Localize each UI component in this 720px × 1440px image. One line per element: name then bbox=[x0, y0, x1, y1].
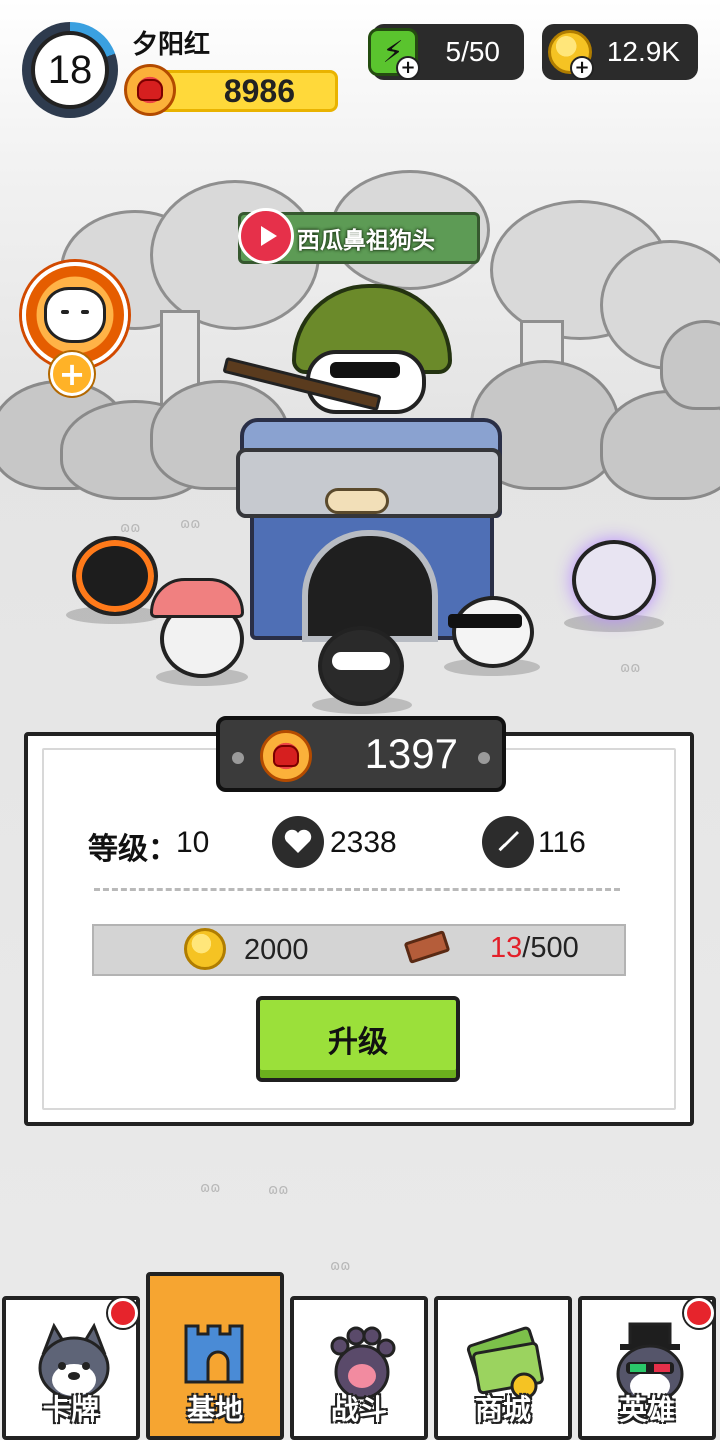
bomb-minion[interactable] bbox=[72, 536, 158, 616]
tab-battle[interactable]: 战斗 bbox=[290, 1296, 428, 1440]
castle-icon bbox=[184, 1324, 244, 1384]
grass-tuft: ɷɷ bbox=[180, 516, 201, 532]
player-name: 夕阳红 bbox=[132, 30, 211, 60]
grass-tuft: ɷɷ bbox=[620, 660, 641, 676]
plus-icon[interactable]: + bbox=[50, 352, 94, 396]
grass-tuft: ɷɷ bbox=[268, 1182, 289, 1198]
tab-base[interactable]: 基地 bbox=[146, 1272, 284, 1440]
tab-hero-badge bbox=[684, 1298, 714, 1328]
lucky-cat-icon bbox=[44, 287, 106, 343]
pixel-sunglasses bbox=[448, 614, 522, 628]
ninja-eyes bbox=[332, 652, 390, 670]
tab-cards-badge bbox=[108, 1298, 138, 1328]
base-power-value: 1397 bbox=[364, 730, 458, 777]
glove-icon bbox=[260, 730, 312, 782]
coin-plus-icon[interactable]: + bbox=[570, 56, 594, 80]
upgrade-label: 升级 bbox=[328, 1025, 388, 1060]
coin-cost: 2000 bbox=[244, 934, 309, 966]
tab-battle-label: 战斗 bbox=[330, 1393, 387, 1426]
divider bbox=[94, 888, 620, 891]
heart-icon bbox=[272, 816, 324, 868]
tab-cards-label: 卡牌 bbox=[42, 1393, 99, 1426]
tab-shop[interactable]: 商城 bbox=[434, 1296, 572, 1440]
glowing-wolf-minion[interactable] bbox=[572, 540, 656, 620]
rivet bbox=[232, 752, 244, 764]
bone-icon bbox=[325, 488, 389, 514]
tab-base-label: 基地 bbox=[186, 1393, 243, 1426]
coin-value: 12.9K bbox=[606, 36, 680, 67]
base-level-value: 10 bbox=[176, 826, 210, 859]
player-level: 18 bbox=[31, 31, 109, 109]
level-label: 等级： bbox=[88, 832, 178, 867]
brick-have: 13 bbox=[490, 932, 523, 964]
glove-icon bbox=[124, 64, 176, 116]
grass-tuft: ɷɷ bbox=[330, 1258, 351, 1274]
glove-power-bar[interactable]: 8986 bbox=[156, 70, 338, 112]
rivet bbox=[478, 752, 490, 764]
brick-need: /500 bbox=[522, 932, 579, 964]
upgrade-button[interactable]: 升级 bbox=[256, 996, 460, 1082]
tab-hero-label: 英雄 bbox=[618, 1393, 675, 1426]
brick-cost: 13/500 bbox=[490, 932, 579, 965]
base-name: 西瓜鼻祖狗头 bbox=[297, 228, 435, 254]
sunglasses bbox=[330, 362, 400, 378]
grass-tuft: ɷɷ bbox=[200, 1180, 221, 1196]
cool-cat-minion[interactable] bbox=[452, 596, 534, 668]
energy-plus-icon[interactable]: + bbox=[396, 56, 420, 80]
hp-value: 2338 bbox=[330, 826, 397, 859]
tab-shop-label: 商城 bbox=[474, 1393, 531, 1426]
attack-value: 116 bbox=[538, 826, 586, 859]
glove-power-value: 8986 bbox=[223, 72, 295, 109]
level-ring[interactable]: 18 bbox=[22, 22, 118, 118]
grass-tuft: ɷɷ bbox=[120, 520, 141, 536]
coin-icon bbox=[184, 928, 226, 970]
sword-icon bbox=[482, 816, 534, 868]
energy-value: 5/50 bbox=[445, 36, 501, 67]
play-icon[interactable] bbox=[238, 208, 294, 264]
red-cap bbox=[150, 578, 244, 618]
